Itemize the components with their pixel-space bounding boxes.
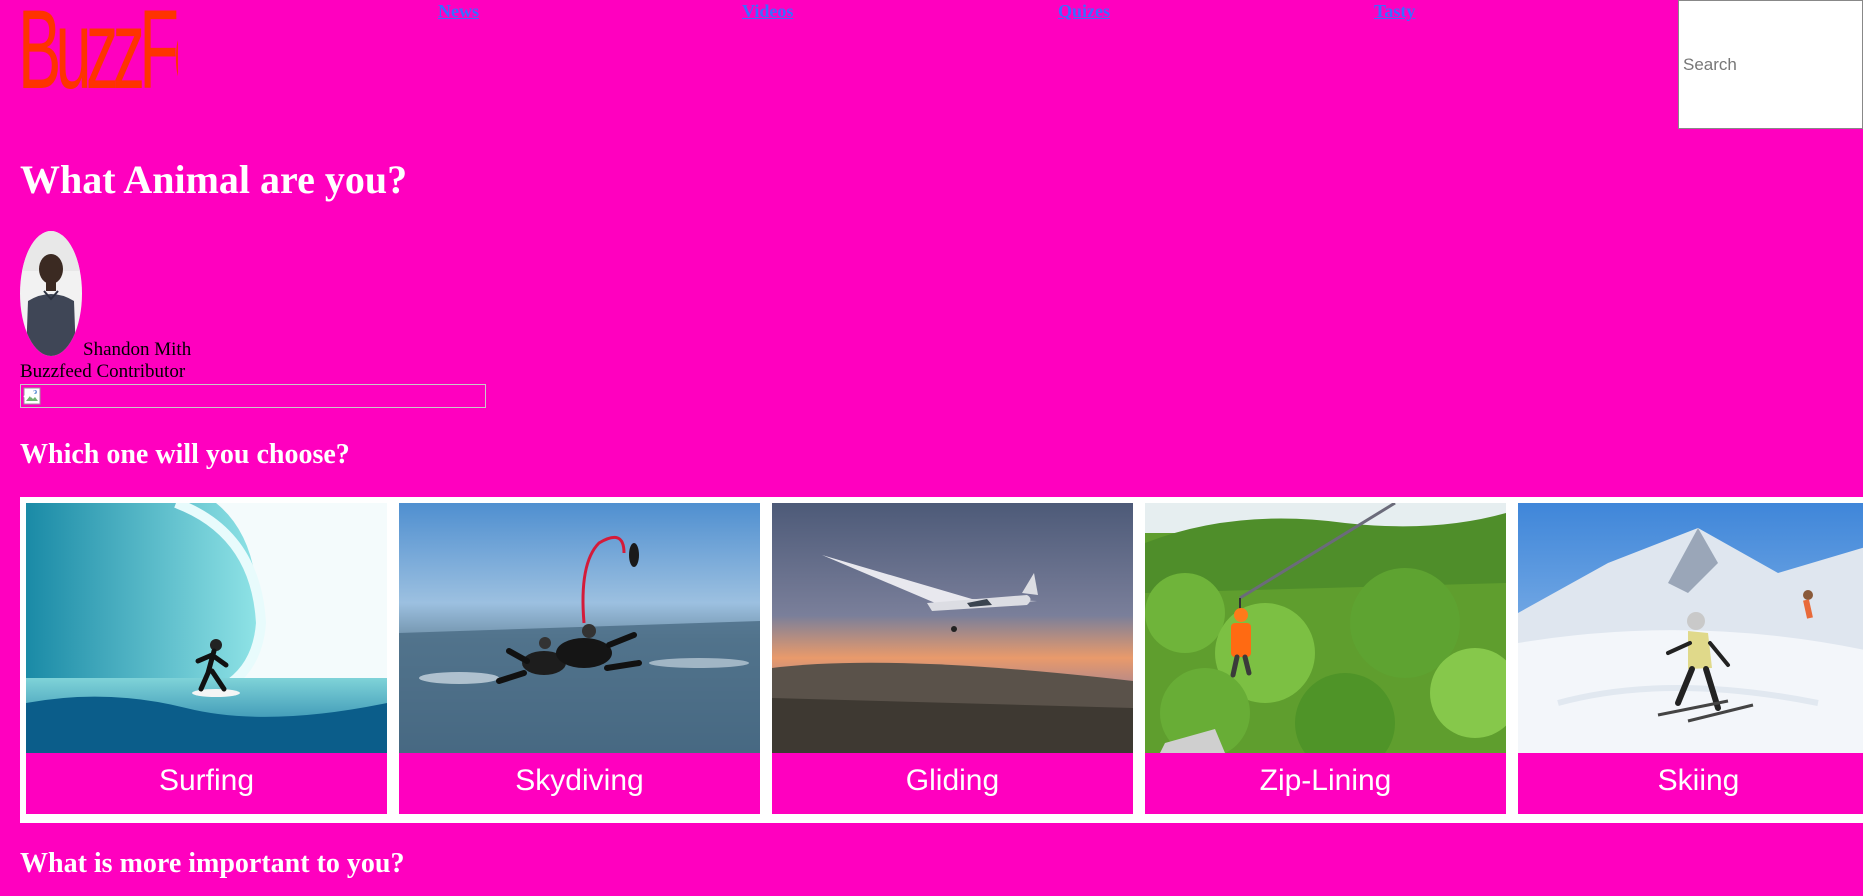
author-avatar <box>20 231 82 356</box>
skydiving-image <box>399 503 760 753</box>
nav-link-tasty[interactable]: Tasty <box>1374 0 1415 22</box>
option-gliding[interactable]: Gliding <box>772 503 1133 814</box>
choices-container: Surfing Skydiving Gliding Zip-Lining Ski… <box>20 497 1863 823</box>
nav-link-quizes[interactable]: Quizes <box>1058 0 1110 22</box>
surfing-image <box>26 503 387 753</box>
buzzfeed-logo[interactable]: BuzzFeed <box>18 0 178 124</box>
option-label: Skiing <box>1657 764 1740 797</box>
search-input[interactable] <box>1678 0 1863 129</box>
nav-link-videos[interactable]: Videos <box>742 0 793 22</box>
nav-link-news[interactable]: News <box>438 0 479 22</box>
option-label: Skydiving <box>515 764 644 797</box>
option-label: Gliding <box>905 764 1000 797</box>
option-zip-lining[interactable]: Zip-Lining <box>1145 503 1506 814</box>
logo-text: BuzzFeed <box>18 0 178 112</box>
author-name: Shandon Mith <box>83 339 192 360</box>
quiz-title: What Animal are you? <box>20 157 408 202</box>
author-role: Buzzfeed Contributor <box>20 361 186 382</box>
option-label: Surfing <box>158 764 255 797</box>
broken-image-icon <box>23 387 41 405</box>
skiing-image <box>1518 503 1863 753</box>
option-skiing[interactable]: Skiing <box>1518 503 1863 814</box>
option-surfing[interactable]: Surfing <box>26 503 387 814</box>
option-skydiving[interactable]: Skydiving <box>399 503 760 814</box>
zip-lining-image <box>1145 503 1506 753</box>
page: BuzzFeed News Videos Quizes Tasty What A… <box>0 0 1863 896</box>
question-1-heading: Which one will you choose? <box>20 439 350 470</box>
question-2-heading: What is more important to you? <box>20 848 405 879</box>
broken-image <box>20 384 486 408</box>
option-label: Zip-Lining <box>1259 764 1392 797</box>
gliding-image <box>772 503 1133 753</box>
